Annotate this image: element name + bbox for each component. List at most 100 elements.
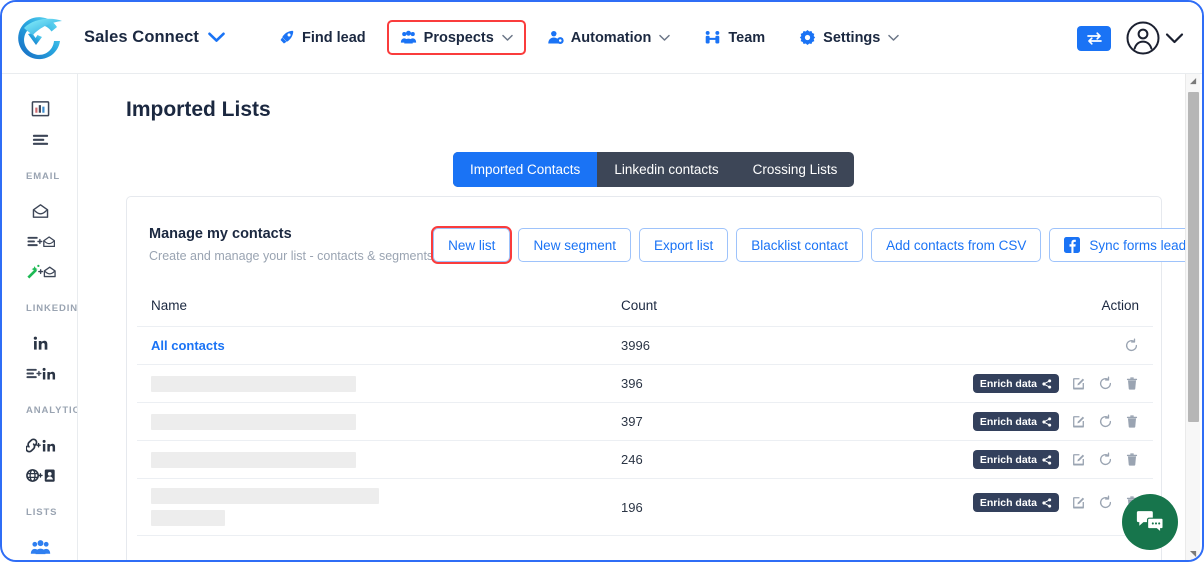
enrich-data-button[interactable]: Enrich data <box>972 493 1059 512</box>
brand-switcher[interactable]: Sales Connect <box>84 28 225 47</box>
top-navigation-bar: Sales Connect Find lead Prospects Automa… <box>2 2 1202 74</box>
user-gear-icon <box>548 30 564 44</box>
chat-widget-button[interactable] <box>1122 494 1178 550</box>
new-list-button[interactable]: New list <box>431 226 513 264</box>
edit-icon[interactable] <box>1071 376 1086 391</box>
nav-label: Automation <box>570 29 652 46</box>
enrich-label: Enrich data <box>979 377 1037 390</box>
gear-icon <box>800 30 816 45</box>
table-row[interactable]: All contacts 3996 <box>137 327 1153 365</box>
trash-icon[interactable] <box>1125 376 1139 391</box>
sidebar-item-dashboard[interactable] <box>4 94 77 124</box>
edit-icon[interactable] <box>1071 414 1086 429</box>
share-icon <box>1042 497 1052 508</box>
enrich-label: Enrich data <box>979 453 1037 466</box>
scroll-down-arrow[interactable] <box>1186 547 1201 560</box>
sidebar-item-lists[interactable] <box>4 532 77 560</box>
envelope-open-icon <box>32 203 49 218</box>
main-content: Imported Lists Imported Contacts Linkedi… <box>78 74 1192 560</box>
contacts-card: Manage my contacts Create and manage you… <box>126 196 1192 560</box>
enrich-label: Enrich data <box>979 415 1037 428</box>
scroll-up-arrow[interactable] <box>1186 74 1201 89</box>
sidebar-item-lists-menu[interactable] <box>4 124 77 154</box>
chevron-down-icon <box>1165 32 1184 43</box>
nav-label: Team <box>728 29 766 46</box>
list-plus-linkedin-icon <box>25 367 55 379</box>
sync-forms-leads-button[interactable]: Sync forms leads <box>1049 228 1192 262</box>
refresh-icon[interactable] <box>1098 376 1113 391</box>
swap-arrows-icon <box>1086 31 1102 45</box>
vertical-scrollbar[interactable] <box>1185 74 1201 560</box>
sidebar-item-linkedin[interactable] <box>4 328 77 358</box>
sidebar-item-web-visitor-analytics[interactable] <box>4 460 77 490</box>
manage-contacts-subtitle: Create and manage your list - contacts &… <box>149 249 434 264</box>
edit-icon[interactable] <box>1071 452 1086 467</box>
name-skeleton <box>151 413 356 430</box>
tab-imported-contacts[interactable]: Imported Contacts <box>453 152 598 187</box>
left-sidebar: EMAIL LINKEDIN ANALYTI LISTS <box>4 74 78 560</box>
table-row[interactable]: 396 Enrich data <box>137 365 1153 403</box>
trash-icon[interactable] <box>1125 452 1139 467</box>
edit-icon[interactable] <box>1071 495 1086 510</box>
name-skeleton <box>151 451 356 468</box>
sidebar-item-email-campaign[interactable] <box>4 226 77 256</box>
enrich-data-button[interactable]: Enrich data <box>972 374 1059 393</box>
nav-label: Settings <box>823 29 881 46</box>
name-skeleton-second-line <box>151 510 225 526</box>
lists-table: Name Count Action All contacts 3996 396 … <box>137 285 1153 536</box>
table-row[interactable]: 246 Enrich data <box>137 441 1153 479</box>
sidebar-item-email-inbox[interactable] <box>4 196 77 226</box>
table-row[interactable]: 196 Enrich data <box>137 479 1153 536</box>
nav-item-automation[interactable]: Automation <box>536 22 682 53</box>
name-skeleton <box>151 375 356 392</box>
list-lines-icon <box>32 134 49 145</box>
blacklist-contact-button[interactable]: Blacklist contact <box>736 228 864 262</box>
facebook-icon <box>1064 237 1081 253</box>
enrich-data-button[interactable]: Enrich data <box>972 412 1059 431</box>
manage-contacts-title: Manage my contacts <box>149 225 292 242</box>
list-count: 246 <box>621 452 643 467</box>
list-name-link[interactable]: All contacts <box>151 338 225 353</box>
table-header-row: Name Count Action <box>137 285 1153 327</box>
globe-plus-contact-card-icon <box>25 468 55 482</box>
chevron-down-icon <box>502 34 513 41</box>
list-count: 3996 <box>621 338 650 353</box>
team-icon <box>706 30 720 44</box>
scroll-down-arrow-icon <box>1190 551 1197 558</box>
swap-account-button[interactable] <box>1077 25 1111 51</box>
refresh-icon[interactable] <box>1098 414 1113 429</box>
people-icon <box>400 30 416 44</box>
trash-icon[interactable] <box>1125 414 1139 429</box>
sidebar-item-linkedin-campaign[interactable] <box>4 358 77 388</box>
new-segment-button[interactable]: New segment <box>518 228 631 262</box>
tab-linkedin-contacts[interactable]: Linkedin contacts <box>597 152 735 187</box>
chevron-down-icon <box>888 34 900 41</box>
tab-crossing-lists[interactable]: Crossing Lists <box>736 152 855 187</box>
column-header-action: Action <box>1101 298 1139 313</box>
app-logo[interactable] <box>2 2 76 74</box>
nav-item-settings[interactable]: Settings <box>788 22 910 53</box>
sidebar-item-linkedin-link-analytics[interactable] <box>4 430 77 460</box>
scrollbar-thumb[interactable] <box>1188 92 1199 422</box>
list-count: 396 <box>621 376 643 391</box>
sidebar-group-label-lists: LISTS <box>26 506 58 518</box>
nav-item-find-lead[interactable]: Find lead <box>267 22 377 53</box>
sidebar-group-label-email: EMAIL <box>26 170 61 182</box>
refresh-icon[interactable] <box>1124 338 1139 353</box>
nav-item-prospects[interactable]: Prospects <box>386 20 526 55</box>
nav-item-team[interactable]: Team <box>693 22 776 53</box>
user-menu[interactable] <box>1125 20 1184 56</box>
list-plus-envelope-icon <box>26 235 55 247</box>
sidebar-group-label-analytics: ANALYTICS <box>26 404 77 416</box>
button-label: New list <box>448 237 496 253</box>
column-header-count: Count <box>621 298 658 313</box>
refresh-icon[interactable] <box>1098 495 1113 510</box>
refresh-icon[interactable] <box>1098 452 1113 467</box>
table-row[interactable]: 397 Enrich data <box>137 403 1153 441</box>
export-list-button[interactable]: Export list <box>638 228 729 262</box>
button-label: Sync forms leads <box>1089 237 1192 253</box>
enrich-data-button[interactable]: Enrich data <box>972 450 1059 469</box>
chevron-down-icon <box>208 32 225 42</box>
add-contacts-from-csv-button[interactable]: Add contacts from CSV <box>871 228 1042 262</box>
sidebar-item-email-magic[interactable] <box>4 256 77 286</box>
